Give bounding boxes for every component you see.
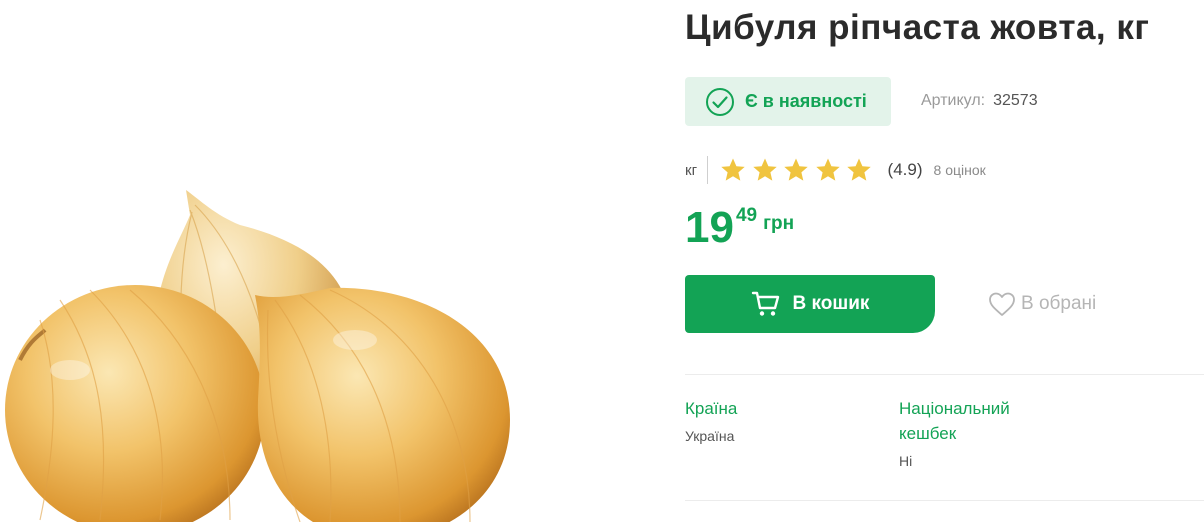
sku: Артикул: 32573	[921, 92, 1038, 110]
price-currency: грн	[763, 213, 795, 234]
stock-label: Є в наявності	[745, 91, 867, 111]
star-icon[interactable]	[846, 157, 872, 183]
attribute-cashback-name: Національний кешбек	[899, 396, 1010, 446]
star-icon[interactable]	[815, 157, 841, 183]
attribute-cashback-name-line1: Національний	[899, 399, 1010, 418]
divider	[707, 156, 709, 184]
price-integer: 19	[685, 203, 734, 252]
rating-count[interactable]: 8 оцінок	[934, 162, 986, 178]
favorites-label: В обрані	[1021, 293, 1097, 314]
star-icon[interactable]	[783, 157, 809, 183]
cart-icon	[751, 291, 779, 316]
sku-value: 32573	[993, 92, 1038, 109]
separator	[685, 500, 1204, 501]
sku-label: Артикул:	[921, 92, 986, 109]
product-info: Цибуля ріпчаста жовта, кг Є в наявності …	[685, 0, 1204, 522]
rating-stars[interactable]	[720, 157, 878, 183]
product-title: Цибуля ріпчаста жовта, кг	[685, 8, 1150, 47]
attribute-country-value: Україна	[685, 428, 735, 444]
add-to-cart-button[interactable]: В кошик	[685, 275, 935, 333]
onion-image	[5, 190, 510, 522]
heart-icon	[989, 292, 1015, 316]
product-image[interactable]	[0, 0, 660, 522]
attribute-cashback-name-line2: кешбек	[899, 424, 957, 443]
attribute-cashback-value: Ні	[899, 453, 913, 469]
unit-label: кг	[685, 161, 698, 179]
star-icon[interactable]	[752, 157, 778, 183]
separator	[685, 374, 1204, 375]
rating-value: (4.9)	[887, 160, 923, 179]
attribute-country-name: Країна	[685, 399, 738, 418]
add-to-favorites-button[interactable]: В обрані	[987, 290, 1096, 318]
rating-row: кг (4.9) 8 оцінок	[685, 155, 986, 185]
price-fraction: 49	[735, 205, 758, 226]
cart-button-label: В кошик	[792, 293, 870, 314]
price: 19 49 грн	[685, 203, 794, 253]
stock-badge: Є в наявності	[685, 77, 891, 126]
check-circle-icon	[706, 87, 734, 116]
star-icon[interactable]	[720, 157, 746, 183]
